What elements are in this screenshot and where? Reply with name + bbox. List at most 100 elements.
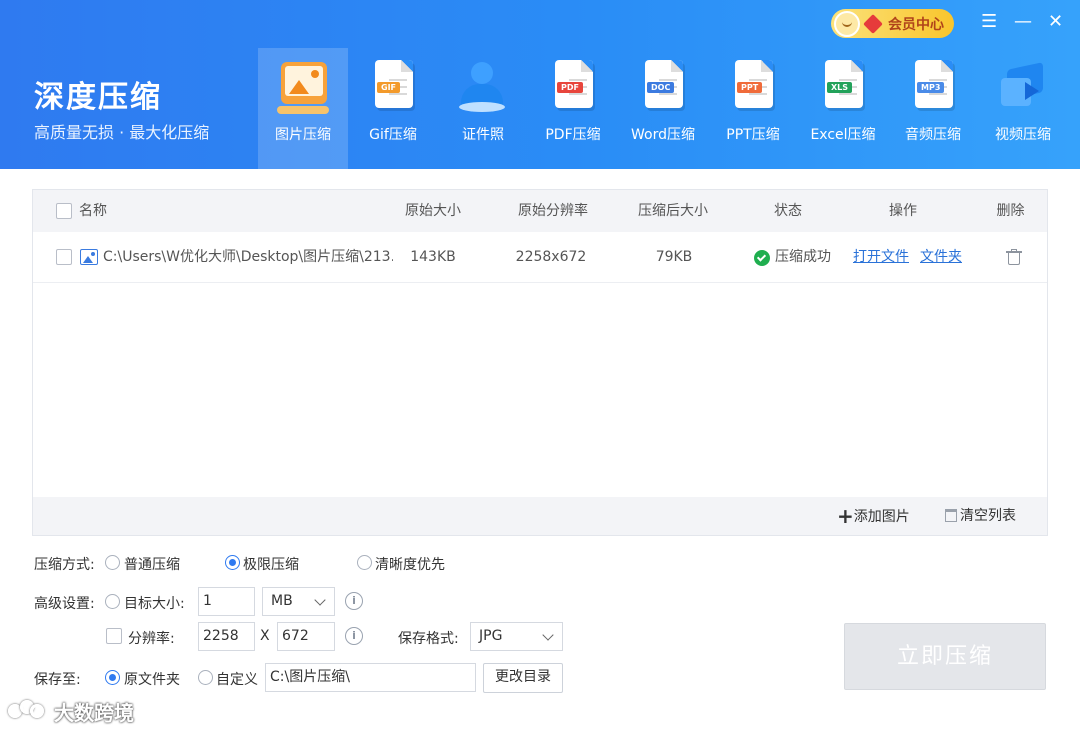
resolution-checkbox[interactable] bbox=[106, 628, 122, 644]
save-to-label: 保存至: bbox=[34, 672, 81, 688]
mode-clarity-label[interactable]: 清晰度优先 bbox=[375, 554, 445, 574]
status-text: 压缩成功 bbox=[775, 249, 831, 265]
col-orig-size: 原始大小 bbox=[405, 203, 461, 219]
add-image-label: 添加图片 bbox=[853, 509, 910, 525]
clear-list-button[interactable]: 清空列表 bbox=[945, 497, 1016, 535]
trash-icon[interactable] bbox=[1006, 249, 1022, 265]
clear-list-label: 清空列表 bbox=[960, 508, 1016, 524]
table-row[interactable]: C:\Users\W优化大师\Desktop\图片压缩\213.... 143K… bbox=[33, 232, 1047, 283]
save-path-input[interactable]: C:\图片压缩\ bbox=[265, 663, 476, 692]
save-format-label: 保存格式: bbox=[398, 631, 459, 647]
resolution-height-input[interactable]: 672 bbox=[277, 622, 335, 651]
compress-now-button[interactable]: 立即压缩 bbox=[844, 623, 1046, 690]
row-checkbox[interactable] bbox=[56, 249, 72, 265]
table-header: 名称 原始大小 原始分辨率 压缩后大小 状态 操作 删除 bbox=[33, 190, 1047, 232]
col-name: 名称 bbox=[79, 203, 107, 219]
tab-video-compress[interactable]: 视频压缩 bbox=[978, 48, 1068, 169]
plus-icon: + bbox=[837, 504, 854, 528]
app-header: 深度压缩 高质量无损 · 最大化压缩 图片压缩 GIF Gif压缩 证件照 PD… bbox=[0, 0, 1080, 169]
tab-excel-compress[interactable]: XLS Excel压缩 bbox=[798, 48, 888, 169]
app-title: 深度压缩 bbox=[34, 80, 162, 115]
tab-audio-compress[interactable]: MP3 音频压缩 bbox=[888, 48, 978, 169]
excel-file-icon: XLS bbox=[815, 56, 871, 116]
info-icon[interactable]: i bbox=[345, 627, 363, 645]
orig-size-value: 143KB bbox=[410, 249, 456, 265]
col-new-size: 压缩后大小 bbox=[638, 203, 708, 219]
gif-file-icon: GIF bbox=[365, 56, 421, 116]
tab-label: Gif压缩 bbox=[369, 127, 417, 143]
tab-label: 视频压缩 bbox=[995, 127, 1051, 143]
target-size-label: 目标大小: bbox=[124, 596, 185, 612]
menu-icon[interactable]: ☰ bbox=[981, 10, 997, 34]
chevron-down-icon bbox=[314, 594, 326, 606]
app-subtitle: 高质量无损 · 最大化压缩 bbox=[34, 123, 210, 142]
save-original-folder-radio[interactable] bbox=[105, 670, 120, 685]
open-file-link[interactable]: 打开文件 bbox=[853, 232, 909, 283]
save-original-folder-label[interactable]: 原文件夹 bbox=[124, 669, 180, 689]
tab-label: 图片压缩 bbox=[275, 127, 331, 143]
mode-normal-radio[interactable] bbox=[105, 555, 120, 570]
col-status: 状态 bbox=[774, 203, 802, 219]
tab-id-photo[interactable]: 证件照 bbox=[438, 48, 528, 169]
id-photo-icon bbox=[455, 56, 511, 116]
tab-word-compress[interactable]: DOC Word压缩 bbox=[618, 48, 708, 169]
mode-clarity-radio[interactable] bbox=[357, 555, 372, 570]
target-unit-value: MB bbox=[271, 593, 293, 609]
add-image-button[interactable]: +添加图片 bbox=[837, 497, 910, 535]
mode-extreme-radio[interactable] bbox=[225, 555, 240, 570]
change-directory-button[interactable]: 更改目录 bbox=[483, 663, 563, 693]
info-icon[interactable]: i bbox=[345, 592, 363, 610]
word-file-icon: DOC bbox=[635, 56, 691, 116]
tab-ppt-compress[interactable]: PPT PPT压缩 bbox=[708, 48, 798, 169]
ppt-file-icon: PPT bbox=[725, 56, 781, 116]
tab-label: PDF压缩 bbox=[545, 127, 601, 143]
save-format-select[interactable]: JPG bbox=[470, 622, 563, 651]
member-center-button[interactable]: 会员中心 bbox=[831, 9, 954, 38]
image-compress-icon bbox=[275, 56, 331, 116]
open-folder-link[interactable]: 文件夹 bbox=[920, 232, 964, 283]
image-file-icon bbox=[80, 249, 98, 265]
table-footer: +添加图片 清空列表 bbox=[33, 497, 1047, 535]
tab-label: 音频压缩 bbox=[905, 127, 961, 143]
select-all-checkbox[interactable] bbox=[56, 203, 72, 219]
mode-extreme-label[interactable]: 极限压缩 bbox=[243, 554, 299, 574]
success-check-icon bbox=[754, 250, 770, 266]
chevron-down-icon bbox=[542, 629, 554, 641]
mode-normal-label[interactable]: 普通压缩 bbox=[124, 554, 180, 574]
file-table: 名称 原始大小 原始分辨率 压缩后大小 状态 操作 删除 C:\Users\W优… bbox=[32, 189, 1048, 536]
tab-image-compress[interactable]: 图片压缩 bbox=[258, 48, 348, 169]
new-size-value: 79KB bbox=[655, 249, 693, 265]
watermark: 大数跨境 bbox=[8, 697, 134, 725]
audio-file-icon: MP3 bbox=[905, 56, 961, 116]
save-custom-radio[interactable] bbox=[198, 670, 213, 685]
member-center-label: 会员中心 bbox=[888, 16, 944, 33]
feature-tabs: 图片压缩 GIF Gif压缩 证件照 PDF PDF压缩 DOC Word压缩 … bbox=[258, 48, 1068, 169]
file-path: C:\Users\W优化大师\Desktop\图片压缩\213.... bbox=[103, 249, 393, 265]
watermark-logo-icon bbox=[8, 700, 48, 722]
minimize-button[interactable]: — bbox=[1014, 10, 1032, 34]
target-size-input[interactable]: 1 bbox=[198, 587, 255, 616]
tab-label: Word压缩 bbox=[631, 127, 695, 143]
avatar bbox=[834, 10, 860, 37]
tab-label: Excel压缩 bbox=[810, 127, 876, 143]
save-custom-label[interactable]: 自定义 bbox=[216, 669, 258, 689]
advanced-settings-label: 高级设置: bbox=[34, 596, 95, 612]
target-size-radio[interactable] bbox=[105, 594, 120, 609]
close-button[interactable]: ✕ bbox=[1048, 10, 1063, 34]
resolution-x-label: X bbox=[260, 628, 270, 644]
tab-pdf-compress[interactable]: PDF PDF压缩 bbox=[528, 48, 618, 169]
gem-icon bbox=[863, 13, 883, 34]
col-action: 操作 bbox=[889, 203, 917, 219]
col-delete: 删除 bbox=[996, 203, 1025, 219]
resolution-label: 分辨率: bbox=[128, 631, 175, 647]
video-file-icon bbox=[995, 56, 1051, 116]
save-format-value: JPG bbox=[479, 628, 503, 644]
orig-res-value: 2258x672 bbox=[515, 249, 587, 265]
pdf-file-icon: PDF bbox=[545, 56, 601, 116]
trash-icon bbox=[945, 509, 957, 522]
target-unit-select[interactable]: MB bbox=[262, 587, 335, 616]
tab-label: 证件照 bbox=[462, 127, 504, 143]
watermark-text: 大数跨境 bbox=[54, 700, 134, 725]
resolution-width-input[interactable]: 2258 bbox=[198, 622, 255, 651]
tab-gif-compress[interactable]: GIF Gif压缩 bbox=[348, 48, 438, 169]
